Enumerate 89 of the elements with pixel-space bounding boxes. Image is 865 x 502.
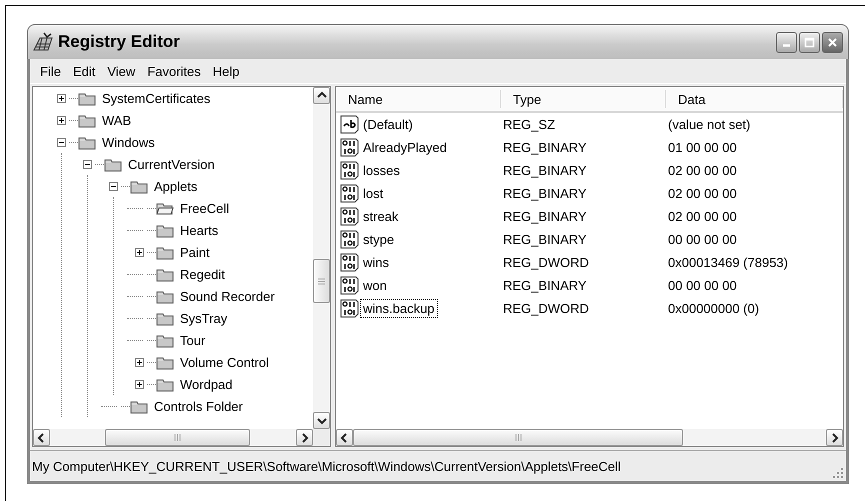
column-header[interactable]: Type (501, 90, 666, 108)
value-name[interactable]: wins (360, 253, 392, 272)
value-name[interactable]: (Default) (360, 115, 416, 134)
binary-value-icon (340, 207, 360, 226)
tree-item[interactable]: Controls Folder (152, 398, 245, 414)
expand-icon[interactable] (56, 116, 66, 124)
value-data: 02 00 00 00 (667, 186, 738, 201)
value-name[interactable]: won (360, 276, 390, 295)
tree-item[interactable]: WAB (100, 112, 134, 128)
expand-icon[interactable] (134, 358, 144, 366)
scrollbar-thumb[interactable] (105, 429, 250, 446)
minimize-button[interactable] (776, 32, 797, 52)
value-data: 02 00 00 00 (667, 163, 738, 178)
value-type: REG_BINARY (502, 278, 588, 293)
collapse-icon[interactable] (82, 160, 92, 168)
column-header[interactable]: Data (666, 90, 843, 108)
value-name[interactable]: lost (360, 184, 386, 203)
expand-icon[interactable] (56, 94, 66, 102)
value-name[interactable]: AlreadyPlayed (360, 138, 450, 157)
menu-item[interactable]: Edit (66, 62, 102, 80)
app-icon (32, 32, 54, 52)
tree-item[interactable]: Windows (100, 134, 157, 150)
value-name[interactable]: streak (360, 207, 402, 226)
menu-item[interactable]: Favorites (141, 62, 207, 80)
value-name[interactable]: stype (360, 230, 398, 249)
tree-item[interactable]: Regedit (178, 266, 227, 282)
close-button[interactable] (822, 32, 843, 52)
tree-item[interactable]: Tour (178, 332, 208, 348)
value-type: REG_BINARY (502, 140, 588, 155)
value-name[interactable]: losses (360, 161, 403, 180)
menu-item[interactable]: File (34, 62, 67, 80)
binary-value-icon (340, 253, 360, 272)
scrollbar-thumb[interactable] (353, 429, 683, 446)
scroll-left-button[interactable] (336, 429, 353, 446)
menu-item[interactable]: Help (206, 62, 246, 80)
scroll-up-button[interactable] (313, 87, 330, 104)
value-data: 00 00 00 00 (667, 232, 738, 247)
binary-value-icon (340, 138, 360, 157)
menu-item[interactable]: View (101, 62, 142, 80)
tree-item[interactable]: SystemCertificates (100, 90, 212, 106)
value-type: REG_BINARY (502, 232, 588, 247)
collapse-icon[interactable] (108, 182, 118, 190)
value-data: 0x00000000 (0) (667, 301, 760, 316)
scroll-right-button[interactable] (826, 429, 843, 446)
column-header[interactable]: Name (336, 90, 501, 108)
tree-item[interactable]: Applets (152, 178, 200, 194)
value-data: (value not set) (667, 117, 752, 132)
value-data: 00 00 00 00 (667, 278, 738, 293)
collapse-icon[interactable] (56, 138, 66, 146)
value-type: REG_DWORD (502, 301, 590, 316)
resize-grip-icon[interactable] (832, 467, 844, 479)
scrollbar-thumb[interactable] (313, 259, 330, 303)
minimize-icon (783, 44, 790, 46)
expand-icon[interactable] (134, 248, 144, 256)
tree-item[interactable]: Volume Control (178, 354, 271, 370)
grip-icon (514, 433, 522, 442)
scroll-right-button[interactable] (296, 429, 313, 446)
tree-item[interactable]: FreeCell (178, 200, 232, 216)
maximize-button[interactable] (799, 32, 820, 52)
grip-icon (317, 276, 326, 286)
scroll-down-button[interactable] (313, 412, 330, 429)
value-type: REG_DWORD (502, 255, 590, 270)
value-name[interactable]: wins.backup (360, 299, 438, 318)
grip-icon (173, 433, 182, 442)
value-data: 02 00 00 00 (667, 209, 738, 224)
value-data: 0x00013469 (78953) (667, 255, 789, 270)
tree-item[interactable]: Paint (178, 244, 212, 260)
tree-item[interactable]: Hearts (178, 222, 220, 238)
status-bar-path: My Computer\HKEY_CURRENT_USER\Software\Microsoft\Windows\CurrentVersion\Applets\FreeCell (32, 458, 622, 474)
binary-value-icon (340, 276, 360, 295)
maximize-icon (804, 36, 815, 48)
window-title: Registry Editor (58, 32, 181, 52)
tree-item[interactable]: Wordpad (178, 376, 235, 392)
value-type: REG_SZ (502, 117, 556, 132)
value-type: REG_BINARY (502, 163, 588, 178)
scroll-left-button[interactable] (33, 429, 50, 446)
binary-value-icon (340, 299, 360, 318)
value-type: REG_BINARY (502, 209, 588, 224)
value-type: REG_BINARY (502, 186, 588, 201)
value-data: 01 00 00 00 (667, 140, 738, 155)
close-icon (827, 36, 838, 48)
binary-value-icon (340, 161, 360, 180)
tree-item[interactable]: SysTray (178, 310, 230, 326)
string-value-icon (340, 115, 360, 134)
binary-value-icon (340, 184, 360, 203)
binary-value-icon (340, 230, 360, 249)
tree-item[interactable]: Sound Recorder (178, 288, 277, 304)
tree-item[interactable]: CurrentVersion (126, 156, 217, 172)
expand-icon[interactable] (134, 380, 144, 388)
